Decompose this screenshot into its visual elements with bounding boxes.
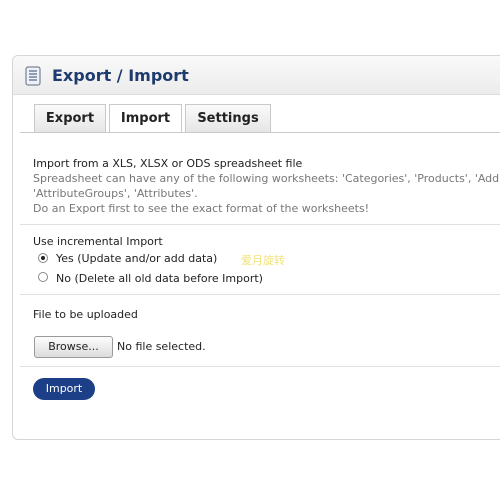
tab-divider bbox=[20, 132, 500, 133]
import-hint-line3: Do an Export first to see the exact form… bbox=[33, 202, 370, 215]
tab-import[interactable]: Import bbox=[109, 104, 182, 133]
import-heading: Import from a XLS, XLSX or ODS spreadshe… bbox=[33, 157, 303, 170]
radio-no[interactable] bbox=[38, 272, 48, 282]
tab-settings[interactable]: Settings bbox=[185, 104, 271, 132]
tab-export[interactable]: Export bbox=[34, 104, 106, 132]
file-status: No file selected. bbox=[117, 340, 206, 353]
radio-yes-label[interactable]: Yes (Update and/or add data) bbox=[56, 252, 217, 265]
document-sheet-icon bbox=[25, 66, 41, 86]
divider bbox=[20, 366, 500, 367]
import-hint-line2: 'AttributeGroups', 'Attributes'. bbox=[33, 187, 198, 200]
radio-yes[interactable] bbox=[38, 253, 48, 263]
radio-no-label[interactable]: No (Delete all old data before Import) bbox=[56, 272, 263, 285]
import-button[interactable]: Import bbox=[33, 378, 95, 400]
divider bbox=[20, 294, 500, 295]
panel-header: Export / Import bbox=[13, 56, 500, 95]
divider bbox=[20, 224, 500, 225]
browse-button[interactable]: Browse... bbox=[34, 336, 113, 358]
export-import-panel: Export / Import Export Import Settings I… bbox=[12, 55, 500, 440]
watermark-text: 爱月旋转 bbox=[241, 254, 285, 267]
incremental-label: Use incremental Import bbox=[33, 235, 163, 248]
page-title: Export / Import bbox=[52, 66, 189, 85]
file-upload-label: File to be uploaded bbox=[33, 308, 138, 321]
import-hint-line1: Spreadsheet can have any of the followin… bbox=[33, 172, 500, 185]
